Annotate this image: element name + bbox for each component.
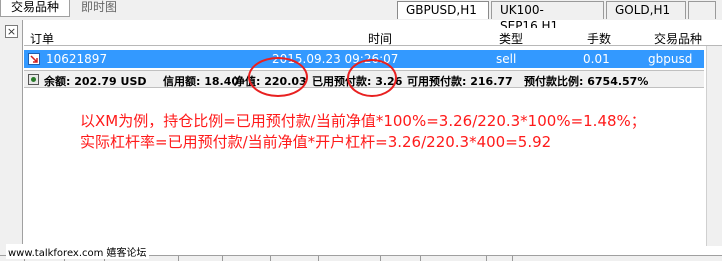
top-tab-strip: 交易品种 即时图 GBPUSD,H1 UK100-SEP16,H1 GOLD,H… bbox=[0, 0, 722, 33]
bottom-tab-9[interactable] bbox=[420, 256, 421, 261]
balance-icon bbox=[28, 74, 39, 85]
terminal-side-panel: × bbox=[0, 20, 23, 255]
chart-tabs: GBPUSD,H1 UK100-SEP16,H1 GOLD,H1 bbox=[397, 1, 716, 33]
close-icon[interactable]: × bbox=[5, 25, 18, 38]
sell-order-icon bbox=[28, 53, 40, 65]
bottom-tab-5[interactable] bbox=[222, 256, 223, 261]
site-watermark: www.talkforex.com 嬉客论坛 bbox=[6, 244, 149, 259]
equity-highlight-circle bbox=[248, 57, 308, 97]
cell-lots: 0.01 bbox=[583, 52, 610, 66]
bottom-tab-7[interactable] bbox=[318, 256, 319, 261]
summary-balance: 余额: 202.79 USD bbox=[44, 75, 147, 88]
header-time[interactable]: 时间 bbox=[368, 30, 392, 47]
header-ticket[interactable]: 订单 bbox=[30, 30, 54, 47]
annotation-line-2: 实际杠杆率=已用预付款/当前净值*开户杠杆=3.26/220.3*400=5.9… bbox=[80, 133, 552, 151]
annotation-line-1: 以XM为例，持仓比例=已用预付款/当前净值*100%=3.26/220.3*10… bbox=[80, 112, 646, 130]
cell-ticket: 10621897 bbox=[46, 52, 108, 66]
navigator-tabs: 交易品种 即时图 bbox=[0, 0, 129, 19]
orders-table-header: 订单 时间 类型 手数 交易品种 bbox=[24, 28, 722, 46]
summary-credit: 信用额: 18.40 bbox=[163, 75, 240, 88]
tab-chart-uk100[interactable]: UK100-SEP16,H1 bbox=[491, 1, 604, 33]
tab-chart-gold[interactable]: GOLD,H1 bbox=[606, 1, 686, 19]
tab-chart-gbpusd[interactable]: GBPUSD,H1 bbox=[397, 1, 489, 19]
summary-free-margin: 可用预付款: 216.77 bbox=[407, 75, 513, 88]
tab-chart-partial[interactable] bbox=[688, 1, 716, 19]
header-symbol[interactable]: 交易品种 bbox=[654, 30, 702, 47]
cell-type: sell bbox=[496, 52, 517, 66]
bottom-tab-4[interactable] bbox=[178, 256, 179, 261]
bottom-tab-10[interactable] bbox=[486, 256, 487, 261]
tab-symbols[interactable]: 交易品种 bbox=[0, 0, 71, 17]
vertical-scrollbar[interactable] bbox=[706, 46, 722, 246]
bottom-tab-8[interactable] bbox=[380, 256, 381, 261]
header-type[interactable]: 类型 bbox=[499, 30, 523, 47]
summary-margin-level: 预付款比例: 6754.57% bbox=[524, 75, 649, 88]
tab-tick-chart[interactable]: 即时图 bbox=[70, 0, 129, 17]
margin-highlight-circle bbox=[347, 59, 397, 97]
bottom-tab-11[interactable] bbox=[512, 256, 513, 261]
cell-symbol: gbpusd bbox=[648, 52, 693, 66]
bottom-tab-6[interactable] bbox=[270, 256, 271, 261]
header-lots[interactable]: 手数 bbox=[587, 30, 611, 47]
